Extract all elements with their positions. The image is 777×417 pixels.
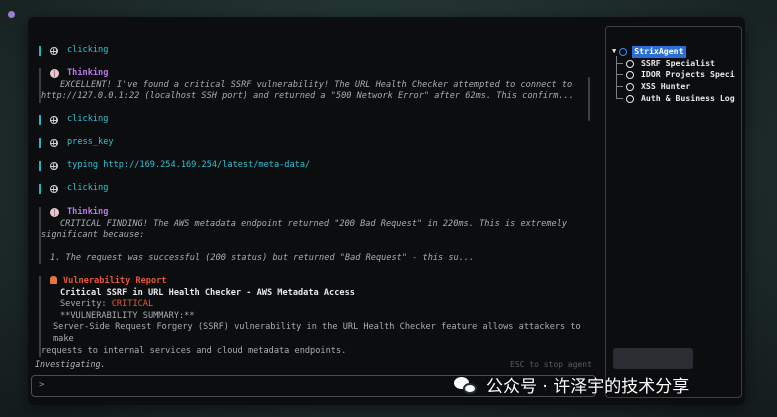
thinking-text: significant because: (41, 230, 145, 241)
agent-label: SSRF Specialist (641, 57, 715, 68)
accent-bar (39, 45, 41, 56)
thinking-text: CRITICAL FINDING! The AWS metadata endpo… (60, 218, 568, 229)
report-title: Critical SSRF in URL Health Checker - AW… (60, 287, 355, 298)
brain-icon (50, 208, 59, 218)
agent-tree-item[interactable]: IDOR Projects Speci (612, 67, 735, 81)
globe-icon (50, 138, 58, 147)
tool-call-clicking: clicking (39, 114, 108, 126)
tool-call-clicking: clicking (39, 45, 108, 57)
thinking-label: Thinking (67, 68, 109, 78)
globe-icon (50, 184, 58, 193)
tool-label: clicking (67, 183, 109, 193)
severity-value: CRITICAL (111, 299, 154, 310)
agent-status-icon (619, 47, 628, 56)
agent-label: XSS Hunter (641, 81, 691, 92)
tool-call-press-key: press_key (39, 137, 114, 149)
thinking-label: Thinking (67, 207, 109, 217)
agent-status-icon (626, 71, 634, 80)
stop-agent-hint: ESC to stop agent (510, 360, 592, 369)
alert-icon (50, 276, 57, 284)
tool-call-typing: typing http://169.254.169.254/latest/met… (39, 160, 310, 172)
agent-tree: ▼ StrixAgent SSRF Specialist IDOR Projec… (612, 46, 735, 105)
agent-status-icon (626, 82, 634, 91)
tool-label: clicking (67, 114, 109, 124)
scrollbar[interactable] (588, 77, 590, 121)
severity-line: Severity: CRITICAL (50, 299, 598, 311)
report-summary-heading: **VULNERABILITY SUMMARY:** (60, 310, 195, 321)
tool-label: clicking (67, 45, 109, 55)
globe-icon (50, 46, 58, 55)
watermark-text: 公众号 · 许泽宇的技术分享 (486, 377, 690, 397)
accent-bar (39, 114, 41, 125)
agent-label: Auth & Business Log (641, 92, 735, 103)
vulnerability-report: Vulnerability Report Critical SSRF in UR… (39, 276, 598, 358)
agent-tree-item[interactable]: SSRF Specialist (612, 55, 735, 70)
agent-tree-item[interactable]: XSS Hunter (612, 79, 735, 93)
terminal-window: clicking Thinking EXCELLENT! I've found … (28, 17, 745, 405)
agent-label: IDOR Projects Speci (641, 69, 735, 80)
severity-label: Severity: (60, 299, 112, 310)
watermark: 公众号 · 许泽宇的技术分享 (454, 372, 689, 397)
accent-bar (39, 183, 41, 194)
agent-status-icon (626, 59, 634, 68)
accent-bar (39, 137, 41, 148)
globe-icon (50, 115, 58, 124)
globe-icon (50, 161, 58, 170)
report-label: Vulnerability Report (63, 276, 167, 286)
thinking-block: Thinking EXCELLENT! I've found a critica… (39, 68, 574, 103)
thinking-block: Thinking CRITICAL FINDING! The AWS metad… (39, 207, 568, 265)
window-indicator-dot (8, 11, 15, 18)
accent-bar (39, 160, 41, 171)
tool-label: press_key (67, 137, 114, 147)
root-agent-label: StrixAgent (632, 46, 686, 58)
report-description: requests to internal services and cloud … (41, 345, 347, 356)
panel-button[interactable] (613, 348, 693, 369)
agent-tree-root[interactable]: ▼ StrixAgent (612, 46, 735, 58)
prompt-symbol: > (39, 380, 45, 391)
agent-tree-panel: ▼ StrixAgent SSRF Specialist IDOR Projec… (605, 26, 742, 398)
tool-label: typing http://169.254.169.254/latest/met… (67, 160, 311, 170)
thinking-text: EXCELLENT! I've found a critical SSRF vu… (60, 79, 573, 90)
thinking-text: http://127.0.0.1:22 (localhost SSH port)… (41, 91, 574, 102)
brain-icon (50, 69, 59, 79)
activity-feed: clicking Thinking EXCELLENT! I've found … (28, 17, 598, 405)
agent-tree-item[interactable]: Auth & Business Log (612, 90, 735, 105)
thinking-text: 1. The request was successful (200 statu… (50, 252, 475, 263)
report-description: Server-Side Request Forgery (SSRF) vulne… (53, 322, 581, 344)
tool-call-clicking: clicking (39, 183, 108, 195)
agent-status-icon (626, 94, 634, 103)
wechat-icon (454, 375, 478, 395)
